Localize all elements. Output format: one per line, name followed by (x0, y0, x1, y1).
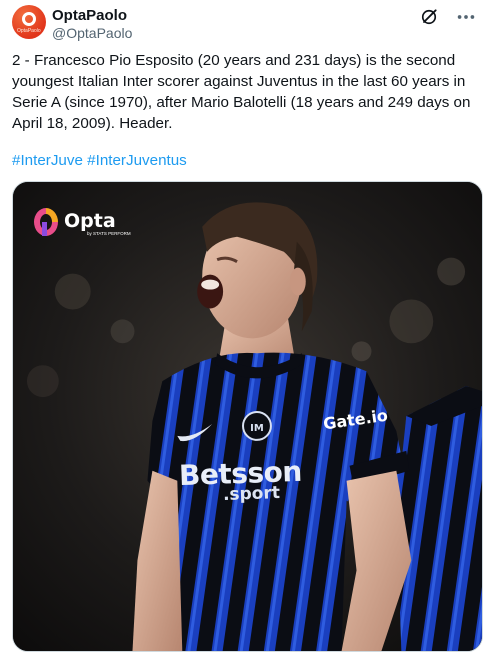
hashtag-interjuve[interactable]: #InterJuve (12, 152, 83, 169)
shirt-sponsor-sub: .sport (222, 483, 281, 505)
svg-text:IM: IM (250, 423, 264, 434)
player-photo: IM (13, 182, 482, 651)
more-icon[interactable] (455, 7, 477, 27)
opta-subtitle: by STATS PERFORM (87, 231, 131, 236)
tweet-card: OptaPaolo OptaPaolo @OptaPaolo 2 - Franc… (0, 0, 489, 656)
tweet-media-image[interactable]: IM Opta by STATS PERFORM Betsson .sport … (12, 181, 483, 652)
opta-logo-icon (34, 208, 58, 236)
author-handle[interactable]: @OptaPaolo (52, 25, 132, 42)
tweet-text: 2 - Francesco Pio Esposito (20 years and… (12, 52, 471, 132)
grok-icon[interactable] (419, 7, 439, 27)
hashtag-row: #InterJuve #InterJuventus (12, 150, 187, 171)
author-display-name[interactable]: OptaPaolo (52, 7, 127, 25)
tweet-header: OptaPaolo OptaPaolo @OptaPaolo (12, 5, 477, 43)
opta-avatar-icon (22, 12, 36, 26)
hashtag-interjuventus[interactable]: #InterJuventus (87, 152, 187, 169)
avatar-label: OptaPaolo (17, 28, 41, 34)
opta-logo: Opta by STATS PERFORM (32, 206, 142, 238)
opta-wordmark: Opta (64, 210, 116, 232)
avatar[interactable]: OptaPaolo (12, 5, 46, 39)
